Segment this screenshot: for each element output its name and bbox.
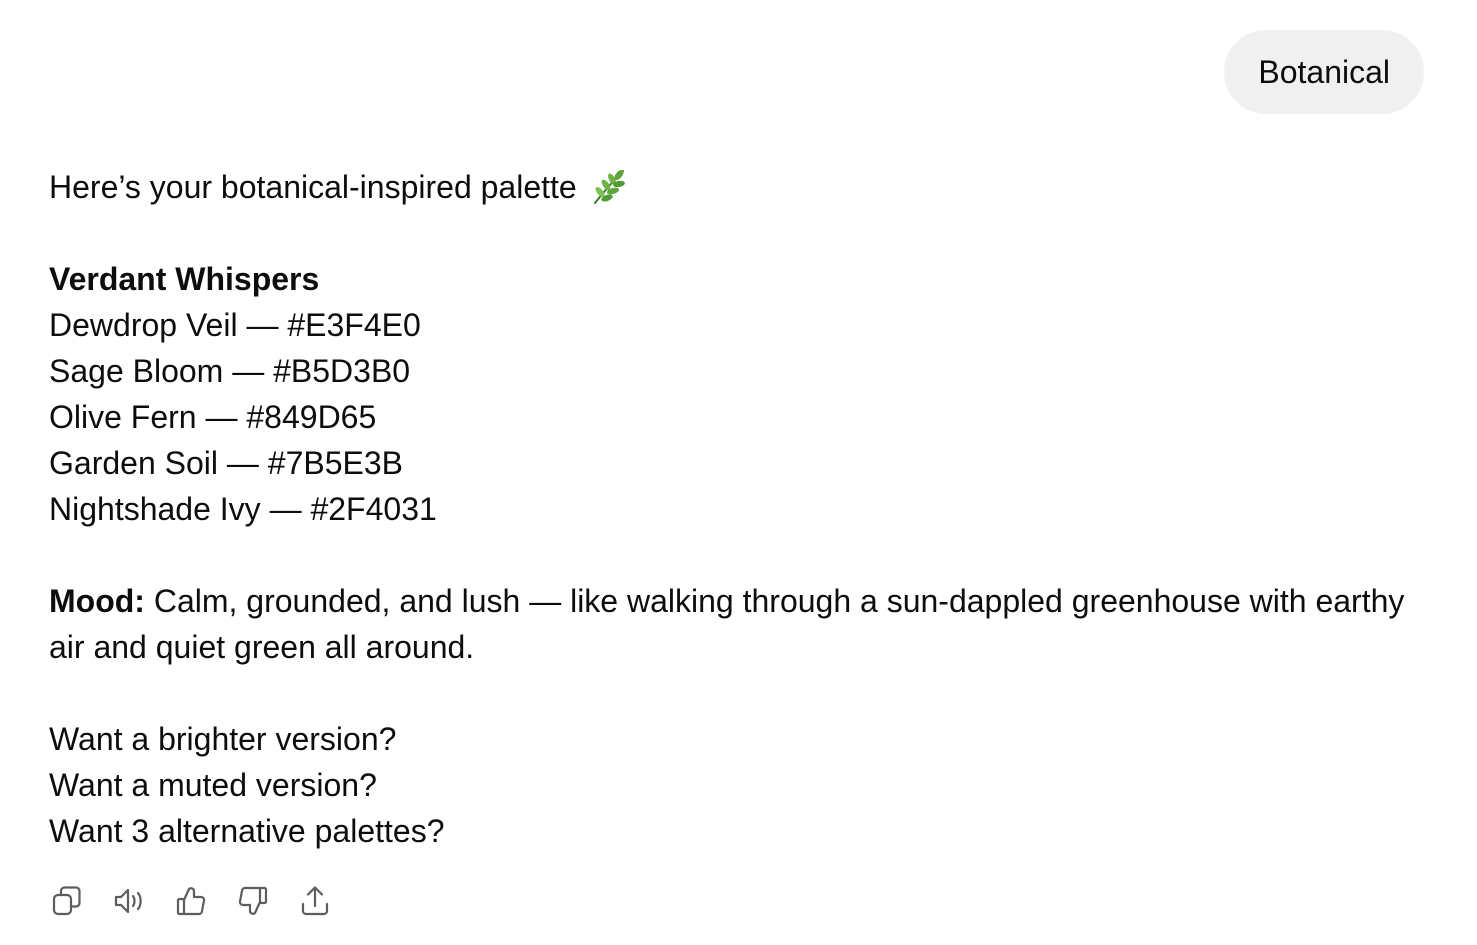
herb-icon [589, 167, 629, 207]
user-message-text: Botanical [1258, 53, 1390, 90]
copy-button[interactable] [49, 881, 85, 921]
color-entry: Olive Fern — #849D65 [49, 399, 377, 435]
share-button[interactable] [297, 881, 333, 921]
mood-text: Calm, grounded, and lush — like walking … [49, 583, 1405, 665]
intro-line: Here’s your botanical-inspired palette [49, 162, 1429, 212]
mood-paragraph: Mood: Calm, grounded, and lush — like wa… [49, 578, 1429, 670]
color-entry: Nightshade Ivy — #2F4031 [49, 491, 437, 527]
followup-question: Want a muted version? [49, 767, 377, 803]
intro-text: Here’s your botanical-inspired palette [49, 169, 577, 205]
color-entry: Sage Bloom — #B5D3B0 [49, 353, 411, 389]
palette-block: Verdant Whispers Dewdrop Veil — #E3F4E0 … [49, 256, 1429, 532]
assistant-message: Here’s your botanical-inspired palette V… [49, 162, 1429, 854]
followup-question: Want a brighter version? [49, 721, 397, 757]
read-aloud-button[interactable] [111, 881, 147, 921]
followup-question: Want 3 alternative palettes? [49, 813, 445, 849]
mood-label: Mood: [49, 583, 145, 619]
followup-questions: Want a brighter version? Want a muted ve… [49, 716, 1429, 854]
share-icon [301, 886, 329, 916]
palette-title: Verdant Whispers [49, 261, 320, 297]
read-aloud-icon [114, 888, 142, 914]
color-entry: Dewdrop Veil — #E3F4E0 [49, 307, 421, 343]
message-actions [49, 881, 333, 921]
color-entry: Garden Soil — #7B5E3B [49, 445, 403, 481]
thumbs-down-button[interactable] [235, 881, 271, 921]
thumbs-down-icon [238, 886, 268, 915]
thumbs-up-icon [176, 887, 206, 916]
thumbs-up-button[interactable] [173, 881, 209, 921]
user-message-bubble: Botanical [1224, 30, 1424, 114]
copy-icon [52, 886, 81, 916]
